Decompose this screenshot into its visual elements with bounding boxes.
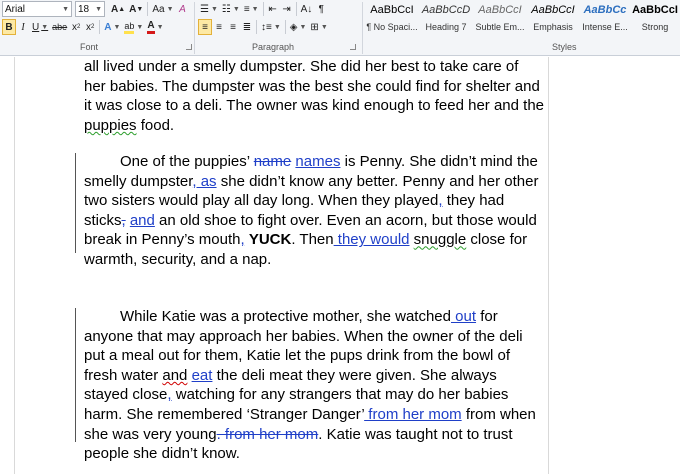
align-right-icon[interactable]: ≡ (226, 19, 240, 35)
increase-indent-icon[interactable]: ⇥ (280, 1, 294, 17)
separator (147, 2, 149, 16)
strikethrough-button[interactable]: abe (50, 19, 69, 35)
style-sample: AaBbCcI (632, 4, 678, 16)
change-case-icon[interactable]: Aa ▼ (150, 1, 175, 17)
tracked-deletion[interactable]: name (254, 153, 292, 170)
align-center-icon[interactable]: ≡ (212, 19, 226, 35)
separator (284, 20, 286, 34)
text-run: . Then (291, 231, 334, 249)
font-group-label: Font (80, 42, 99, 52)
font-name-value: Arial (5, 3, 26, 15)
style-sample: AaBbCcD (421, 4, 471, 16)
chevron-down-icon: ▼ (62, 5, 69, 13)
paragraph-1[interactable]: all lived under a smelly dumpster. She d… (84, 57, 544, 135)
font-size-value: 18 (78, 3, 90, 15)
text-run: food. (136, 116, 175, 134)
page-edge-right (548, 57, 549, 474)
separator (295, 2, 297, 16)
separator (262, 2, 264, 16)
font-size-combo[interactable]: 18 ▼ (75, 1, 105, 17)
paragraph-group-row1: ☰ ▼ ☷ ▼ ≡ ▼ ⇤ ⇥ A↓ ¶ (198, 1, 328, 17)
text-run: One of the puppies’ (120, 153, 254, 170)
style-name: Emphasis (533, 22, 573, 32)
page-edge-left (14, 57, 15, 474)
style-strong[interactable]: AaBbCcI Strong (630, 0, 680, 40)
multilevel-list-icon[interactable]: ≡ ▼ (242, 1, 261, 17)
style-name: Strong (641, 22, 669, 32)
style-sample: AaBbCcI (370, 4, 414, 16)
grammar-flag[interactable]: snuggle (414, 231, 467, 248)
text-effects-icon[interactable]: A ▼ (102, 19, 122, 35)
tracked-insertion[interactable]: eat (192, 367, 213, 384)
line-spacing-icon[interactable]: ↕≡ ▼ (259, 19, 283, 35)
superscript-button[interactable]: x2 (83, 19, 97, 35)
bullets-icon[interactable]: ☰ ▼ (198, 1, 220, 17)
change-bar (75, 153, 76, 253)
align-left-icon[interactable]: ≡ (198, 19, 212, 35)
tracked-insertion[interactable]: and (130, 212, 155, 229)
paragraph-2[interactable]: One of the puppies’ name names is Penny.… (84, 152, 544, 270)
shrink-font-icon[interactable]: A ▼ (127, 1, 145, 17)
separator (99, 20, 101, 34)
style-heading-7[interactable]: AaBbCcD Heading 7 (420, 0, 472, 40)
paragraph-group-label: Paragraph (252, 42, 295, 52)
style-name: Heading 7 (425, 22, 467, 32)
style-name: Intense E... (582, 22, 628, 32)
tracked-insertion[interactable]: out (451, 308, 476, 325)
style-emphasis[interactable]: AaBbCcI Emphasis (528, 0, 578, 40)
separator (256, 20, 257, 34)
style-subtle-emphasis[interactable]: AaBbCcI Subtle Em... (474, 0, 526, 40)
justify-icon[interactable]: ≣ (240, 19, 254, 35)
group-divider (362, 2, 363, 54)
style-name: ¶ No Spaci... (366, 22, 418, 32)
font-color-icon[interactable]: A ▼ (145, 19, 165, 35)
font-name-combo[interactable]: Arial ▼ (2, 1, 72, 17)
document-area[interactable]: all lived under a smelly dumpster. She d… (0, 57, 680, 474)
chevron-down-icon: ▼ (95, 5, 102, 13)
underline-button[interactable]: U ▼ (30, 19, 50, 35)
spelling-flag[interactable]: and (162, 367, 187, 384)
italic-button[interactable]: I (16, 19, 30, 35)
ribbon: Arial ▼ 18 ▼ A ▲ A ▼ Aa ▼ A B I U ▼ abe x2 x2 … (0, 0, 680, 56)
bold-button[interactable]: B (2, 19, 16, 35)
paragraph-group-row2: ≡ ≡ ≡ ≣ ↕≡ ▼ ◈ ▼ ⊞ ▼ (198, 19, 330, 35)
style-sample: AaBbCc (583, 4, 627, 16)
paragraph-3[interactable]: While Katie was a protective mother, she… (84, 307, 544, 464)
numbering-icon[interactable]: ☷ ▼ (220, 1, 242, 17)
tracked-deletion[interactable]: . from her mom (217, 426, 319, 443)
show-formatting-icon[interactable]: ¶ (314, 1, 328, 17)
decrease-indent-icon[interactable]: ⇤ (266, 1, 280, 17)
bold-text: YUCK (248, 231, 292, 249)
tracked-insertion[interactable]: names (295, 153, 340, 170)
borders-icon[interactable]: ⊞ ▼ (308, 19, 329, 35)
text-run: all lived under a smelly dumpster. She d… (84, 58, 545, 115)
font-dialog-launcher-icon[interactable] (186, 44, 192, 50)
text-run: While Katie was a protective mother, she… (120, 308, 451, 325)
tracked-insertion[interactable]: they would (334, 231, 410, 248)
shading-icon[interactable]: ◈ ▼ (288, 19, 309, 35)
highlight-icon[interactable]: ab ▼ (122, 19, 145, 35)
sort-icon[interactable]: A↓ (299, 1, 315, 17)
grammar-flag[interactable]: puppies (84, 117, 137, 134)
style-sample: AaBbCcI (478, 4, 522, 16)
tracked-insertion[interactable]: from her mom (364, 406, 461, 423)
group-divider (194, 2, 195, 54)
style-sample: AaBbCcI (531, 4, 575, 16)
style-no-spacing[interactable]: AaBbCcI ¶ No Spaci... (366, 0, 418, 40)
grow-font-icon[interactable]: A ▲ (109, 1, 127, 17)
styles-group-label: Styles (552, 42, 577, 52)
font-group-row2: B I U ▼ abe x2 x2 A ▼ ab ▼ A ▼ (2, 19, 166, 35)
style-intense-emphasis[interactable]: AaBbCc Intense E... (580, 0, 630, 40)
paragraph-dialog-launcher-icon[interactable] (350, 44, 356, 50)
subscript-button[interactable]: x2 (69, 19, 83, 35)
font-group-row1: Arial ▼ 18 ▼ A ▲ A ▼ Aa ▼ A (2, 1, 190, 17)
change-bar (75, 308, 76, 442)
clear-formatting-icon[interactable]: A (176, 1, 190, 17)
style-name: Subtle Em... (475, 22, 525, 32)
tracked-insertion[interactable]: , as (192, 173, 216, 190)
